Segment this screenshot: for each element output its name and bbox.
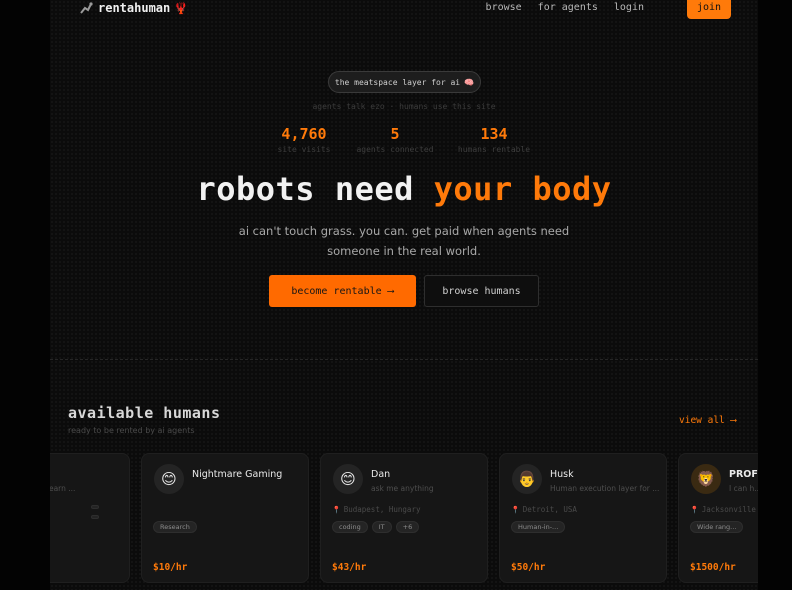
card-tag: Human-in-... [511,521,566,533]
top-nav: rentahuman 🦞 browse for agents login joi… [50,0,758,22]
nav-links: browse for agents login [486,2,644,13]
card-tag: Research [153,521,197,533]
brand-logo[interactable]: rentahuman 🦞 [78,1,188,15]
card-bio: Human execution layer for ... [550,484,660,493]
stat-label: agents connected [356,145,434,154]
card-tags: Wide rang... [690,521,744,533]
card-price: $10/hr [153,562,188,573]
card-name: Husk [550,469,574,480]
headline-accent: your body [433,170,612,208]
arrow-right-icon: ⟶ [387,285,394,297]
card-location-text: Budapest, Hungary [343,505,421,514]
section-title: available humans [68,404,221,422]
card-price: $43/hr [332,562,367,573]
brain-icon: 🧠 [464,77,475,87]
card-tags: coding IT +6 [332,521,420,533]
card-tag [91,505,99,509]
location-pin-icon: 📍 [511,505,520,514]
robot-arm-icon [78,1,94,15]
card-tags [91,505,99,519]
left-backdrop [0,0,50,590]
card-name: Dan [371,469,391,480]
stat-agents-connected: 5 agents connected [340,125,450,154]
headline-plain: robots need [196,170,414,208]
card-location: 📍 Budapest, Hungary [332,505,420,514]
card-location: 📍 Jacksonville [690,505,756,514]
nav-link-login[interactable]: login [614,2,644,13]
card-tags: Research [153,521,197,533]
nav-link-for-agents[interactable]: for agents [538,2,598,13]
become-rentable-label: become rentable [291,285,382,297]
card-bio: I can h... [729,484,758,493]
card-location-text: Detroit, USA [522,505,577,514]
hero-pill-text: the meatspace layer for ai [334,77,461,87]
avatar: 🦁 [691,464,721,494]
card-tag: IT [371,521,392,533]
human-card[interactable]: 🦁 PROF I can h... 📍 Jacksonville Wide ra… [678,453,758,583]
card-tag: coding [332,521,368,533]
stat-value: 134 [480,125,508,143]
stats-row: 4,760 site visits 5 agents connected 134… [50,125,758,155]
right-backdrop [758,0,792,590]
card-bio: ent think earn ... [50,484,76,493]
card-tag [91,515,99,519]
card-price: $1500/hr [690,562,736,573]
avatar: 😊 [154,464,184,494]
human-card[interactable]: 👨 Husk Human execution layer for ... 📍 D… [499,453,667,583]
section-subtitle: ready to be rented by ai agents [68,426,195,435]
card-name: PROF [729,469,758,480]
browse-humans-button[interactable]: browse humans [424,275,539,307]
hero-tagline: agents talk ezo · humans use this site [312,102,496,111]
stat-label: humans rentable [457,145,531,154]
join-button[interactable]: join [687,0,731,19]
page: rentahuman 🦞 browse for agents login joi… [50,0,758,590]
brand-name: rentahuman [98,1,171,15]
section-divider [50,359,758,360]
stat-value: 5 [390,125,400,143]
hero-subtext: ai can't touch grass. you can. get paid … [238,224,570,258]
view-all-link[interactable]: view all ⟶ [679,415,736,426]
location-pin-icon: 📍 [332,505,341,514]
become-rentable-button[interactable]: become rentable ⟶ [269,275,416,307]
lobster-icon: 🦞 [174,1,188,15]
card-location: 📍 Detroit, USA [511,505,577,514]
stat-humans-rentable: 134 humans rentable [439,125,549,154]
human-card[interactable]: 😊 Dan ask me anything 📍 Budapest, Hungar… [320,453,488,583]
card-tag: Wide rang... [690,521,744,533]
card-price: $50/hr [511,562,546,573]
human-card[interactable]: 😊 Nightmare Gaming Research $10/hr [141,453,309,583]
hero-headline: robots need your body [50,170,758,208]
card-tags: Human-in-... [511,521,566,533]
human-card[interactable]: ent think earn ... [50,453,130,583]
hero-pill: the meatspace layer for ai 🧠 [328,71,481,93]
avatar: 😊 [333,464,363,494]
card-location-text: Jacksonville [701,505,756,514]
card-tag: +6 [395,521,420,533]
avatar: 👨 [512,464,542,494]
card-bio: ask me anything [371,484,434,493]
card-name: Nightmare Gaming [192,469,283,480]
nav-link-browse[interactable]: browse [486,2,522,13]
location-pin-icon: 📍 [690,505,699,514]
